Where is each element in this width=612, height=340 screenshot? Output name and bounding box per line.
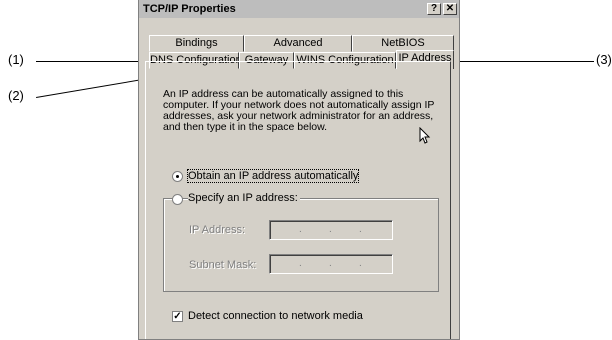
obtain-auto-label[interactable]: Obtain an IP address automatically: [186, 169, 360, 183]
ip-dot-2: .: [329, 224, 332, 235]
mouse-pointer-icon: [419, 127, 431, 144]
title-bar: TCP/IP Properties ? ✕: [139, 0, 459, 18]
mask-dot-1: .: [299, 258, 302, 269]
close-button[interactable]: ✕: [443, 3, 457, 15]
description-text: An IP address can be automatically assig…: [163, 88, 435, 133]
tcpip-properties-dialog: TCP/IP Properties ? ✕ Bindings Advanced …: [138, 0, 460, 340]
ip-address-field[interactable]: . . .: [269, 220, 393, 240]
mask-dot-2: .: [329, 258, 332, 269]
subnet-mask-field[interactable]: . . .: [269, 254, 393, 274]
specify-ip-radio[interactable]: [172, 194, 183, 205]
callout-1-line: [36, 61, 154, 62]
specify-ip-label[interactable]: Specify an IP address:: [188, 192, 300, 204]
callout-1: (1): [8, 52, 24, 67]
ip-dot-1: .: [299, 224, 302, 235]
ip-groupbox: [163, 198, 439, 292]
ip-dot-3: .: [359, 224, 362, 235]
detect-media-checkbox[interactable]: ✓: [172, 311, 183, 322]
tab-bindings[interactable]: Bindings: [149, 35, 244, 52]
mask-dot-3: .: [359, 258, 362, 269]
tab-advanced[interactable]: Advanced: [244, 35, 352, 52]
ip-address-label: IP Address:: [189, 224, 246, 236]
callout-3: (3): [596, 52, 612, 67]
subnet-mask-label: Subnet Mask:: [189, 259, 257, 271]
help-button[interactable]: ?: [427, 3, 441, 15]
callout-2: (2): [8, 88, 24, 103]
radio-dot: [176, 175, 179, 178]
callout-3-line: [444, 61, 594, 62]
window-title: TCP/IP Properties: [143, 3, 236, 15]
detect-media-label[interactable]: Detect connection to network media: [188, 310, 363, 322]
obtain-auto-radio[interactable]: [172, 171, 183, 182]
